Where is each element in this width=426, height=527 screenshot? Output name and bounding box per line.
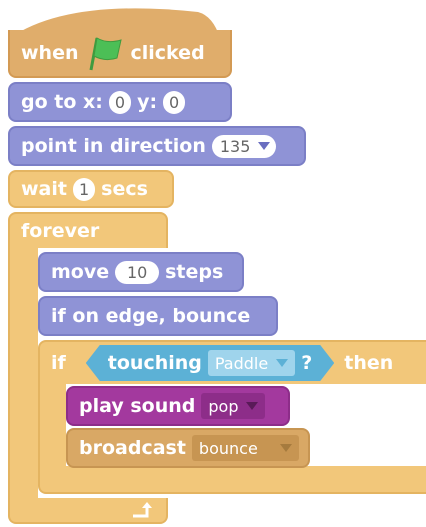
question-mark: ? <box>301 352 313 374</box>
if-then-arm <box>38 382 66 472</box>
forever-label: forever <box>21 220 100 242</box>
script-area: when clicked go to x: 0 y: 0 point in di… <box>0 0 426 527</box>
steps-input[interactable]: 10 <box>115 260 160 284</box>
chevron-down-icon <box>279 444 292 452</box>
broadcast-label: broadcast <box>79 437 186 459</box>
if-label: if <box>51 352 66 374</box>
forever-arm <box>8 246 38 504</box>
then-label: then <box>344 352 394 374</box>
when-label: when <box>21 42 79 64</box>
point-in-direction-block[interactable]: point in direction 135 <box>8 126 306 166</box>
when-flag-clicked-block[interactable]: when clicked <box>8 30 232 78</box>
go-to-x-label: go to x: <box>21 91 103 113</box>
play-sound-block[interactable]: play sound pop <box>66 386 290 426</box>
touching-label: touching <box>107 352 202 374</box>
move-steps-block[interactable]: move 10 steps <box>38 252 244 292</box>
sound-dropdown[interactable]: pop <box>201 393 266 419</box>
go-to-xy-block[interactable]: go to x: 0 y: 0 <box>8 82 232 122</box>
forever-block[interactable]: forever <box>8 212 168 248</box>
chevron-down-icon <box>246 402 259 410</box>
play-sound-label: play sound <box>79 395 196 417</box>
point-in-direction-label: point in direction <box>21 135 206 157</box>
move-label: move <box>51 261 110 283</box>
chevron-down-icon <box>258 142 271 150</box>
green-flag-icon <box>87 36 123 71</box>
loop-arrow-icon <box>133 502 152 518</box>
wait-input[interactable]: 1 <box>72 177 96 201</box>
if-on-edge-bounce-block[interactable]: if on edge, bounce <box>38 296 278 336</box>
touching-target-value: Paddle <box>214 353 269 373</box>
steps-label: steps <box>165 261 224 283</box>
direction-input[interactable]: 135 <box>211 134 277 158</box>
sound-value: pop <box>208 396 239 416</box>
if-then-block[interactable]: if touching Paddle ? then <box>38 340 426 384</box>
x-input[interactable]: 0 <box>108 90 132 114</box>
direction-value: 135 <box>219 136 251 156</box>
if-then-bottom <box>38 466 426 494</box>
broadcast-block[interactable]: broadcast bounce <box>66 428 310 468</box>
forever-bottom[interactable] <box>8 498 168 524</box>
touching-target-dropdown[interactable]: Paddle <box>208 350 295 376</box>
touching-condition[interactable]: touching Paddle ? <box>86 345 334 381</box>
chevron-down-icon <box>276 359 288 367</box>
wait-label: wait <box>21 178 67 200</box>
broadcast-message-dropdown[interactable]: bounce <box>191 435 299 461</box>
y-label: y: <box>137 91 158 113</box>
y-input[interactable]: 0 <box>163 90 186 114</box>
broadcast-message-value: bounce <box>198 438 258 458</box>
if-on-edge-bounce-label: if on edge, bounce <box>51 305 251 327</box>
clicked-label: clicked <box>130 42 205 64</box>
secs-label: secs <box>101 178 148 200</box>
wait-block[interactable]: wait 1 secs <box>8 170 174 208</box>
